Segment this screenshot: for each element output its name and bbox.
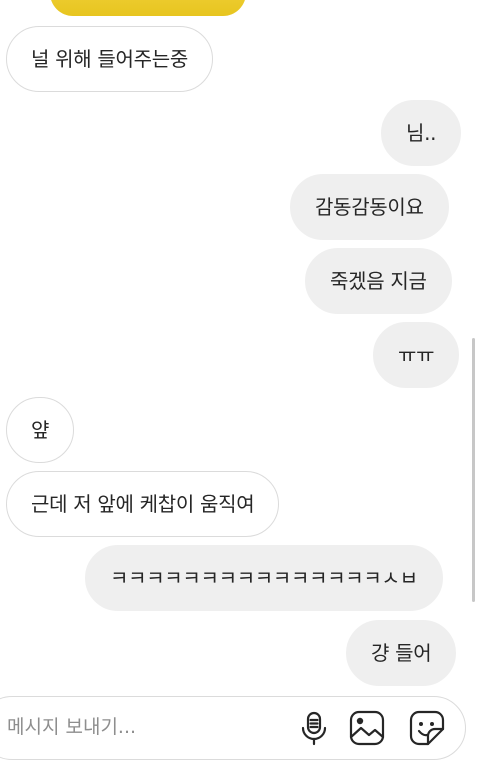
previous-media-message[interactable] xyxy=(50,0,246,16)
message-received[interactable]: 얖 xyxy=(6,397,75,463)
message-input[interactable]: 메시지 보내기... xyxy=(7,697,277,757)
message-composer: 메시지 보내기... xyxy=(0,696,466,760)
message-sent[interactable]: 죽겠음 지금 xyxy=(305,248,452,314)
sticker-icon[interactable] xyxy=(408,709,446,747)
message-received[interactable]: 널 위해 들어주는중 xyxy=(6,26,213,92)
gallery-icon[interactable] xyxy=(348,709,386,747)
message-sent[interactable]: 걍 들어 xyxy=(346,620,457,686)
message-sent[interactable]: 님.. xyxy=(381,100,462,166)
message-sent[interactable]: ㅠㅠ xyxy=(373,322,460,388)
microphone-icon[interactable] xyxy=(295,709,333,747)
message-sent[interactable]: ㅋㅋㅋㅋㅋㅋㅋㅋㅋㅋㅋㅋㅋㅋㅋㅅㅂ xyxy=(85,545,443,611)
scrollbar[interactable] xyxy=(472,338,475,602)
message-received[interactable]: 근데 저 앞에 케찹이 움직여 xyxy=(6,471,280,537)
message-sent[interactable]: 감동감동이요 xyxy=(290,174,449,240)
